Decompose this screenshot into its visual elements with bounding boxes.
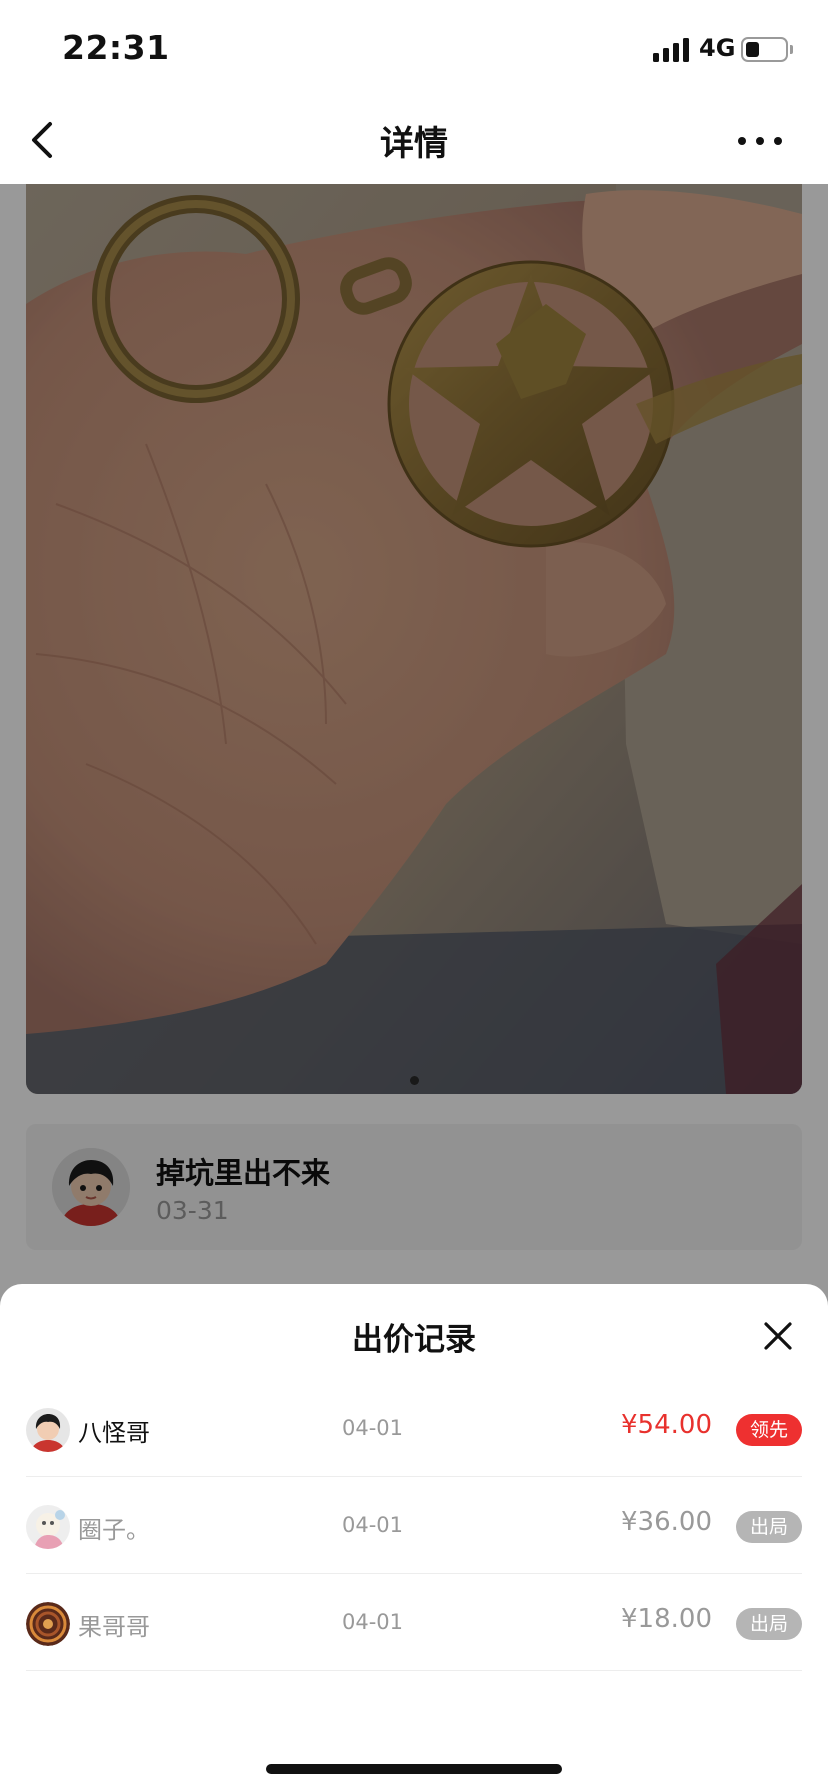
bid-price: ¥18.00 — [621, 1604, 712, 1634]
status-bar: 22:31 4G — [0, 0, 828, 96]
close-icon — [764, 1322, 792, 1350]
bid-date: 04-01 — [342, 1610, 404, 1634]
more-button[interactable] — [730, 118, 790, 162]
status-time: 22:31 — [62, 28, 170, 67]
bid-status-badge: 领先 — [736, 1414, 802, 1446]
bid-price: ¥54.00 — [621, 1410, 712, 1440]
bid-row[interactable]: 圈子。 04-01 ¥36.00 出局 — [26, 1477, 802, 1574]
navigation-bar: 详情 — [0, 96, 828, 184]
bid-status-badge: 出局 — [736, 1608, 802, 1640]
bidder-avatar[interactable] — [26, 1602, 70, 1646]
bidder-name: 圈子。 — [78, 1516, 150, 1544]
network-label: 4G — [699, 34, 736, 62]
bidder-avatar[interactable] — [26, 1408, 70, 1452]
bid-record-sheet: 出价记录 八怪哥 04-01 ¥54.00 领先 圈子。 04-01 ¥36.0… — [0, 1284, 828, 1792]
page-title: 详情 — [380, 124, 448, 164]
bidder-name: 八怪哥 — [78, 1419, 150, 1447]
bid-date: 04-01 — [342, 1416, 404, 1440]
home-indicator[interactable] — [266, 1764, 562, 1774]
bid-row[interactable]: 果哥哥 04-01 ¥18.00 出局 — [26, 1574, 802, 1671]
bidder-avatar[interactable] — [26, 1505, 70, 1549]
detail-screen: 22:31 4G 详情 掉坑里出不来 03-31 出价记录 八怪哥 04-01 … — [0, 0, 828, 1792]
battery-icon — [741, 37, 788, 62]
bidder-name: 果哥哥 — [78, 1613, 150, 1641]
close-button[interactable] — [756, 1314, 800, 1358]
bid-date: 04-01 — [342, 1513, 404, 1537]
sheet-title: 出价记录 — [352, 1322, 476, 1358]
bid-status-badge: 出局 — [736, 1511, 802, 1543]
bid-list: 八怪哥 04-01 ¥54.00 领先 圈子。 04-01 ¥36.00 出局 … — [26, 1380, 802, 1671]
signal-icon — [653, 38, 689, 62]
bid-price: ¥36.00 — [621, 1507, 712, 1537]
bid-row[interactable]: 八怪哥 04-01 ¥54.00 领先 — [26, 1380, 802, 1477]
